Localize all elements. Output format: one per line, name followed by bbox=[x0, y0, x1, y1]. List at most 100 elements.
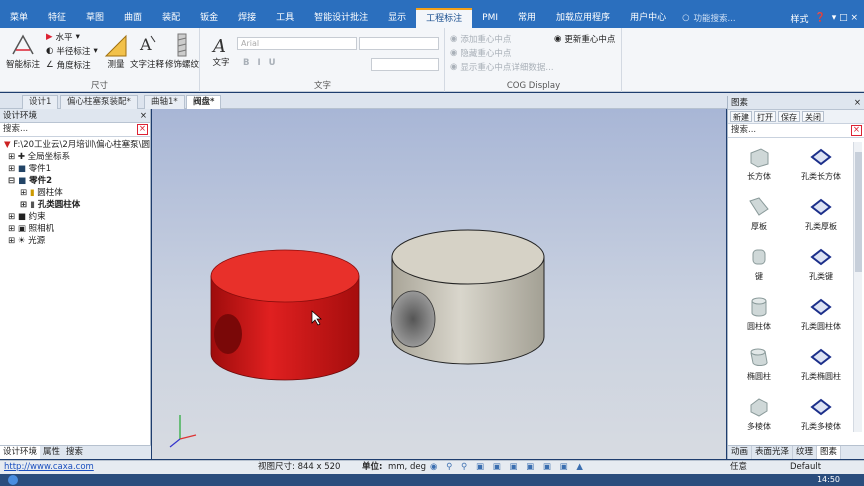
tab-valve-disc[interactable]: 阀盘* bbox=[186, 95, 222, 109]
tab-crankshaft[interactable]: 曲轴1* bbox=[144, 95, 185, 109]
mode-select[interactable]: 任意 bbox=[730, 461, 747, 474]
element-hole-cylinder[interactable]: 孔类圆柱体 bbox=[790, 292, 852, 342]
start-icon[interactable] bbox=[8, 475, 18, 485]
thread-button[interactable]: 修饰螺纹 bbox=[165, 32, 199, 70]
tab-pump-assembly[interactable]: 偏心柱塞泵装配* bbox=[60, 95, 138, 109]
element-key[interactable]: 键 bbox=[728, 242, 790, 292]
menu-item[interactable]: 工具 bbox=[266, 8, 304, 28]
cylinder-icon: ▮ bbox=[29, 188, 35, 198]
os-taskbar: 14:50 bbox=[0, 474, 864, 486]
catalog-scrollbar[interactable] bbox=[853, 142, 862, 432]
menu-item[interactable]: 曲面 bbox=[114, 8, 152, 28]
menu-item[interactable]: 加载应用程序 bbox=[546, 8, 620, 28]
3d-viewport[interactable] bbox=[152, 109, 726, 459]
window-controls[interactable]: ▾ □ × bbox=[832, 13, 858, 23]
tree-root[interactable]: ▼ F:\20工业云\2月培训\偏心柱塞泵\圆 bbox=[0, 139, 150, 151]
cog-icon: ◉ bbox=[450, 48, 458, 58]
design-env-panel: 设计环境 × 搜索... × ▼ F:\20工业云\2月培训\偏心柱塞泵\圆 ⊞ ✚… bbox=[0, 109, 151, 459]
element-prism[interactable]: 多棱体 bbox=[728, 392, 790, 442]
website-link[interactable]: http://www.caxa.com bbox=[4, 461, 94, 474]
help-icon[interactable]: ❓ bbox=[814, 13, 825, 23]
menu-item[interactable]: 智能设计批注 bbox=[304, 8, 378, 28]
tab-design1[interactable]: 设计1 bbox=[22, 95, 59, 109]
svg-text:A: A bbox=[211, 36, 226, 56]
scroll-thumb[interactable] bbox=[855, 152, 862, 272]
unit-value[interactable]: mm, deg bbox=[388, 461, 426, 474]
feature-search[interactable]: ○ 功能搜索... bbox=[682, 12, 790, 24]
tab-search[interactable]: 搜索 bbox=[63, 446, 86, 459]
tab-texture[interactable]: 纹理 bbox=[793, 446, 818, 459]
tree-item[interactable]: ⊞ ☀ 光源 bbox=[0, 235, 150, 247]
beige-hole-cylinder[interactable] bbox=[390, 229, 545, 365]
menu-item[interactable]: 用户中心 bbox=[620, 8, 676, 28]
text-note-button[interactable]: A 文字注释 bbox=[130, 32, 164, 70]
tree-item[interactable]: ⊞ ▮ 圆柱体 bbox=[0, 187, 150, 199]
element-hole-elliptic-cylinder[interactable]: 孔类椭圆柱 bbox=[790, 342, 852, 392]
cog-show-button[interactable]: ◉ 显示重心中点详细数据... bbox=[450, 61, 554, 73]
element-elliptic-cylinder[interactable]: 椭圆柱 bbox=[728, 342, 790, 392]
close-button[interactable]: 关闭 bbox=[802, 111, 824, 122]
measure-button[interactable]: 测量 bbox=[104, 32, 128, 70]
new-button[interactable]: 新建 bbox=[730, 111, 752, 122]
font-size-field[interactable] bbox=[359, 37, 439, 50]
tree-search-input[interactable]: 搜索... × bbox=[0, 123, 150, 137]
tab-elements[interactable]: 图素 bbox=[817, 446, 842, 459]
open-button[interactable]: 打开 bbox=[754, 111, 776, 122]
tree-item[interactable]: ⊞ ▣ 照相机 bbox=[0, 223, 150, 235]
cog-hide-button[interactable]: ◉ 隐藏重心中点 bbox=[450, 47, 511, 59]
lightbulb-icon: ○ bbox=[682, 13, 690, 23]
close-icon[interactable]: × bbox=[854, 96, 861, 110]
clear-icon[interactable]: × bbox=[850, 125, 862, 136]
menu-item[interactable]: 草图 bbox=[76, 8, 114, 28]
cog-icon: ◉ bbox=[450, 34, 458, 44]
element-box[interactable]: 长方体 bbox=[728, 142, 790, 192]
menu-item[interactable]: 常用 bbox=[508, 8, 546, 28]
cog-add-button[interactable]: ◉ 添加重心中点 bbox=[450, 33, 511, 45]
element-hole-prism[interactable]: 孔类多棱体 bbox=[790, 392, 852, 442]
tree-item[interactable]: ⊞ ■ 约束 bbox=[0, 211, 150, 223]
element-hole-key[interactable]: 孔类键 bbox=[790, 242, 852, 292]
tab-surface-gloss[interactable]: 表面光泽 bbox=[752, 446, 794, 459]
angle-dim-button[interactable]: ∠ 角度标注 bbox=[46, 59, 91, 71]
tab-design-env[interactable]: 设计环境 bbox=[0, 446, 41, 459]
menu-item[interactable]: PMI bbox=[472, 8, 508, 28]
horizontal-dim-button[interactable]: ▶ 水平 ▾ bbox=[46, 31, 80, 43]
menu-item[interactable]: 菜单 bbox=[0, 8, 38, 28]
key-icon bbox=[752, 249, 766, 265]
tree-item[interactable]: ⊞ ■ 零件1 bbox=[0, 163, 150, 175]
element-plate[interactable]: 厚板 bbox=[728, 192, 790, 242]
radius-dim-button[interactable]: ◐ 半径标注 ▾ bbox=[46, 45, 98, 57]
save-button[interactable]: 保存 bbox=[778, 111, 800, 122]
red-cylinder[interactable] bbox=[210, 249, 360, 381]
text-button[interactable]: A 文字 bbox=[209, 34, 233, 68]
menu-item[interactable]: 钣金 bbox=[190, 8, 228, 28]
cog-update-button[interactable]: ◉ 更新重心中点 bbox=[554, 33, 615, 45]
tab-animation[interactable]: 动画 bbox=[728, 446, 753, 459]
clear-icon[interactable]: × bbox=[136, 124, 148, 135]
menu-item-active[interactable]: 工程标注 bbox=[416, 8, 473, 28]
tree-item[interactable]: ⊞ ▮ 孔类圆柱体 bbox=[0, 199, 150, 211]
style-menu[interactable]: 样式 bbox=[790, 12, 808, 25]
part-icon: ■ bbox=[18, 176, 27, 186]
font-name-field[interactable]: Arial bbox=[237, 37, 357, 50]
hole-cylinder-icon: ▮ bbox=[30, 200, 35, 210]
menu-item[interactable]: 显示 bbox=[378, 8, 416, 28]
element-cylinder[interactable]: 圆柱体 bbox=[728, 292, 790, 342]
catalog-search-input[interactable]: 搜索... × bbox=[728, 124, 864, 138]
tree-item[interactable]: ⊟ ■ 零件2 bbox=[0, 175, 150, 187]
format-buttons[interactable]: BIU bbox=[243, 58, 284, 68]
angle-icon: ∠ bbox=[46, 60, 54, 70]
menu-item[interactable]: 特征 bbox=[38, 8, 76, 28]
element-hole-box[interactable]: 孔类长方体 bbox=[790, 142, 852, 192]
smart-dim-button[interactable]: 智能标注 bbox=[6, 32, 40, 70]
close-icon[interactable]: × bbox=[140, 109, 147, 123]
tree-item[interactable]: ⊞ ✚ 全局坐标系 bbox=[0, 151, 150, 163]
view-tools[interactable]: ◉ ⚲ ⚲ ▣ ▣ ▣ ▣ ▣ ▣ ▲ bbox=[430, 461, 586, 474]
menu-item[interactable]: 装配 bbox=[152, 8, 190, 28]
element-hole-plate[interactable]: 孔类厚板 bbox=[790, 192, 852, 242]
tab-properties[interactable]: 属性 bbox=[40, 446, 63, 459]
menu-item[interactable]: 焊接 bbox=[228, 8, 266, 28]
color-field[interactable] bbox=[371, 58, 439, 71]
cylinder-icon bbox=[751, 297, 767, 317]
style-select[interactable]: Default bbox=[790, 461, 821, 474]
